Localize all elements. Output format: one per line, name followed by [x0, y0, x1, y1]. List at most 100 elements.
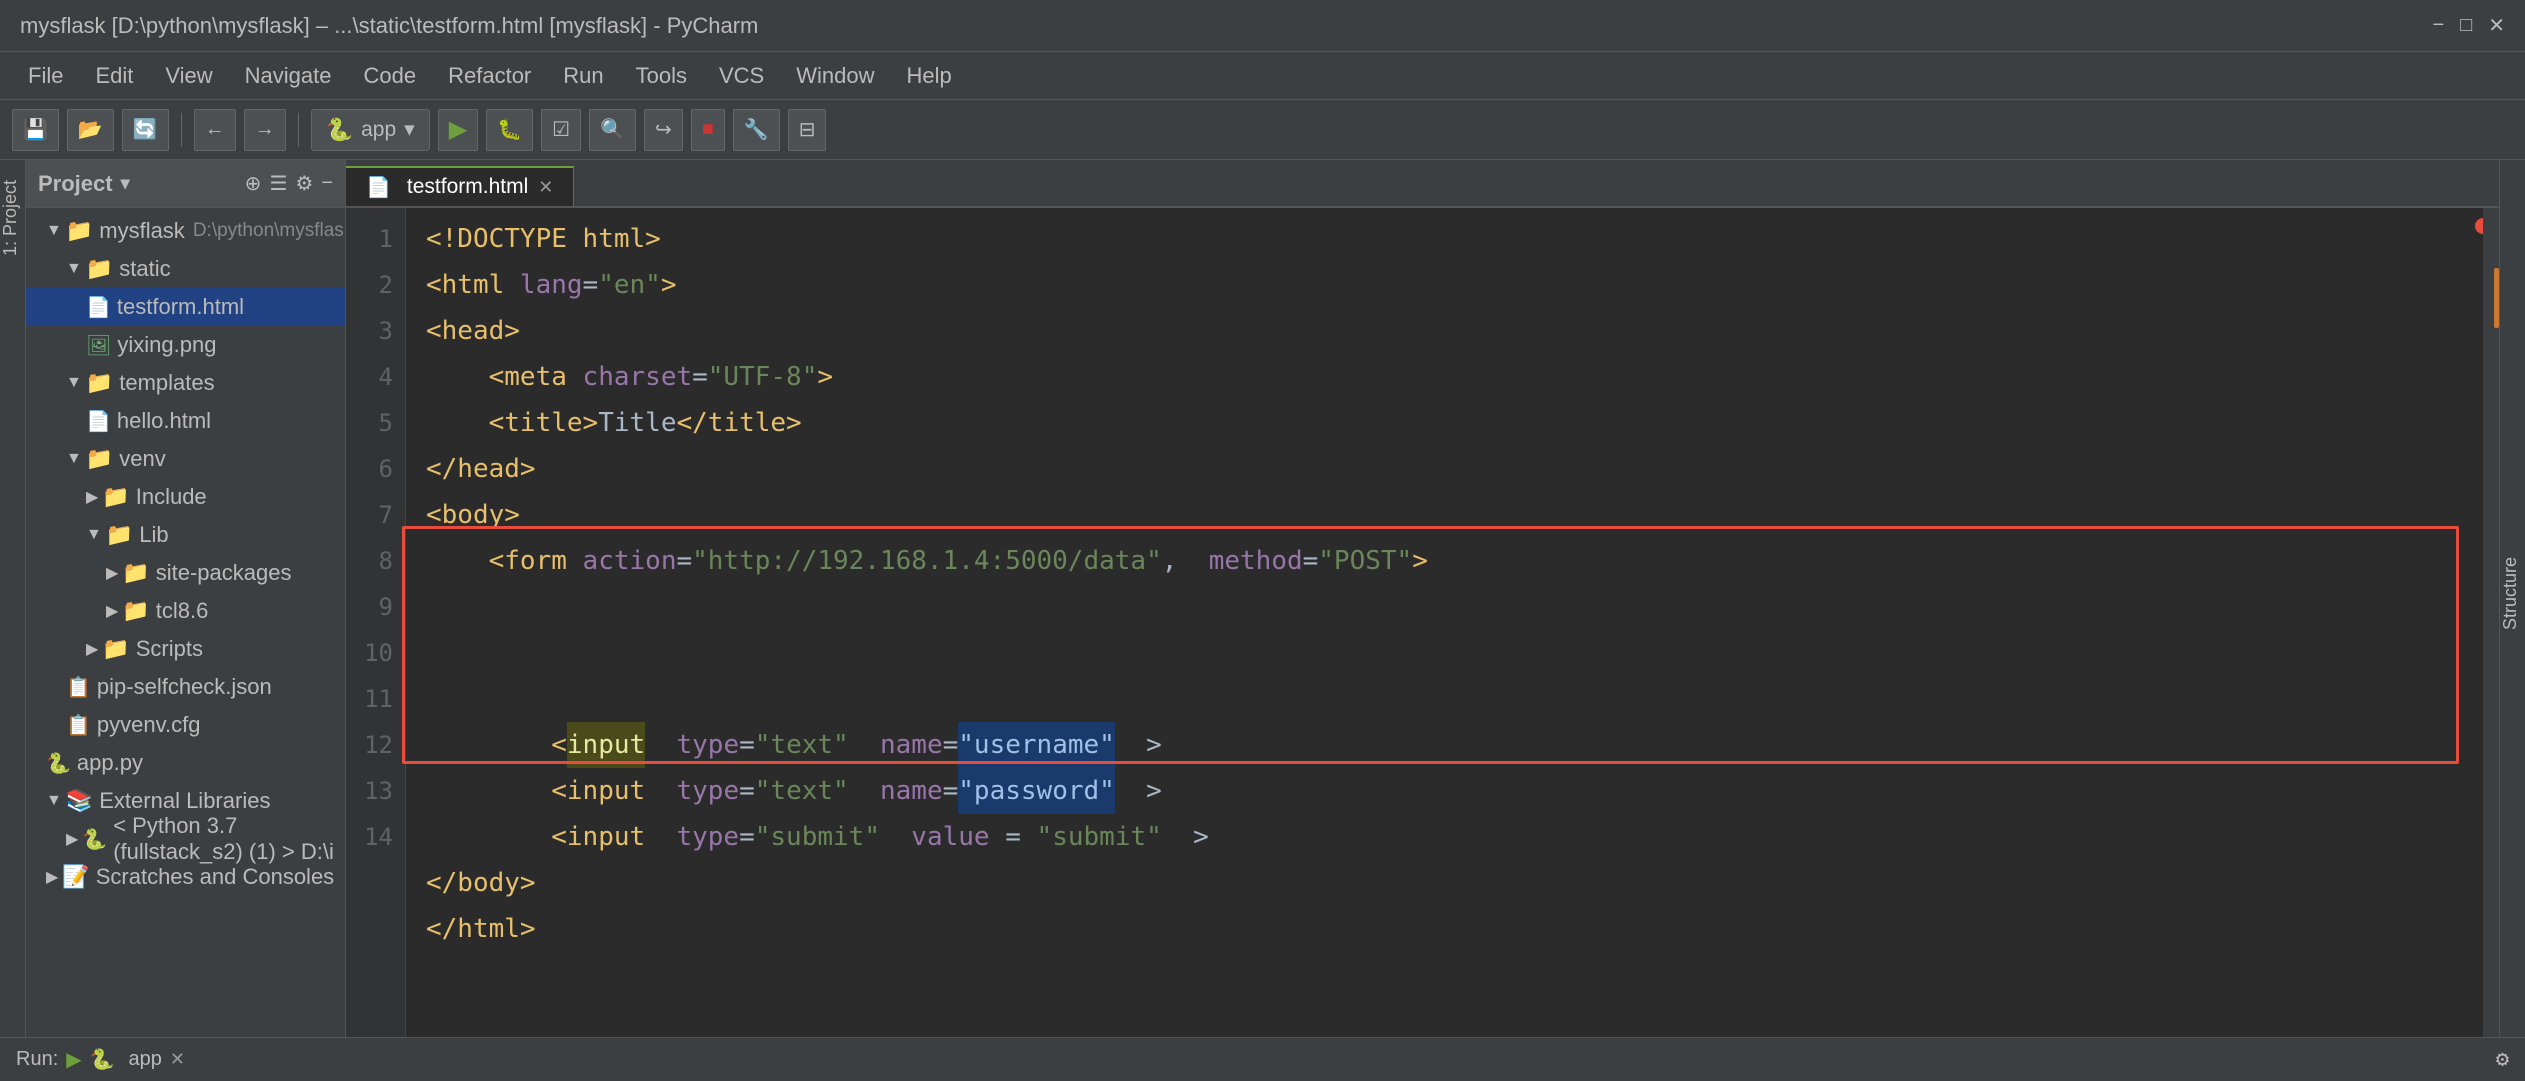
code-token: lang: [520, 262, 583, 308]
step-button[interactable]: ↪: [644, 109, 683, 151]
tree-item-tcl86[interactable]: 📁 tcl8.6: [26, 592, 345, 630]
code-token: =: [692, 354, 708, 400]
menu-run[interactable]: Run: [551, 59, 615, 93]
tree-label-templates: templates: [119, 370, 214, 396]
scratches-icon: 📝: [62, 864, 89, 890]
menu-view[interactable]: View: [153, 59, 224, 93]
python-icon-37: 🐍: [82, 827, 107, 852]
tree-item-python37[interactable]: 🐍 < Python 3.7 (fullstack_s2) (1) > D:\i: [26, 820, 345, 858]
tree-item-mysflask[interactable]: 📁 mysflask D:\python\mysflask: [26, 212, 345, 250]
code-token: <head>: [426, 308, 520, 354]
tree-label-testform: testform.html: [117, 294, 244, 320]
code-line-11: <input type="text" name="password" >: [426, 768, 2483, 814]
save-button[interactable]: 💾: [12, 109, 59, 151]
tree-item-yixing[interactable]: 🖼 yixing.png: [26, 326, 345, 364]
tab-testform[interactable]: 📄 testform.html ✕: [346, 166, 574, 206]
menu-edit[interactable]: Edit: [83, 59, 145, 93]
folder-icon-lib: 📁: [106, 522, 133, 548]
run-label: Run:: [16, 1048, 58, 1071]
line-num-6: 6: [346, 446, 393, 492]
menu-code[interactable]: Code: [352, 59, 429, 93]
status-gear-icon[interactable]: ⚙: [2496, 1047, 2509, 1072]
code-token: <meta: [489, 354, 583, 400]
settings-icon[interactable]: ⚙: [295, 171, 313, 196]
tree-item-scripts[interactable]: 📁 Scripts: [26, 630, 345, 668]
tree-item-testform[interactable]: 📄 testform.html: [26, 288, 345, 326]
run-button[interactable]: ▶: [438, 109, 478, 151]
chevron-lib: [86, 526, 102, 544]
structure-label[interactable]: Structure: [2500, 557, 2521, 630]
tree-item-apppy[interactable]: 🐍 app.py: [26, 744, 345, 782]
tree-label-lib: Lib: [139, 522, 168, 548]
status-close-icon[interactable]: ✕: [170, 1049, 185, 1070]
folder-icon-tcl86: 📁: [122, 598, 149, 624]
code-token: action: [583, 538, 677, 584]
menu-help[interactable]: Help: [894, 59, 963, 93]
project-header: Project ▾ ⊕ ☰ ⚙ −: [26, 160, 345, 208]
tree-path-mysflask: D:\python\mysflask: [193, 220, 345, 242]
close-button[interactable]: ✕: [2488, 13, 2505, 38]
open-button[interactable]: 📂: [67, 109, 114, 151]
tree-label-yixing: yixing.png: [117, 332, 216, 358]
line-num-7: 7: [346, 492, 393, 538]
status-right: ⚙: [2496, 1047, 2509, 1072]
file-icon-pyvenv: 📋: [66, 713, 91, 738]
tree-item-hello[interactable]: 📄 hello.html: [26, 402, 345, 440]
tree-item-scratches[interactable]: 📝 Scratches and Consoles: [26, 858, 345, 896]
menu-vcs[interactable]: VCS: [707, 59, 776, 93]
line-numbers: 1 2 3 4 5 6 7 8 9 10 11 12 13 14: [346, 208, 406, 1037]
menu-navigate[interactable]: Navigate: [233, 59, 344, 93]
sync-button[interactable]: 🔄: [122, 109, 169, 151]
forward-button[interactable]: →: [244, 109, 286, 151]
tree-item-include[interactable]: 📁 Include: [26, 478, 345, 516]
maximize-button[interactable]: □: [2460, 14, 2472, 37]
editor-tabs: 📄 testform.html ✕: [346, 160, 2499, 208]
minimize-button[interactable]: −: [2432, 14, 2444, 37]
tree-item-site-packages[interactable]: 📁 site-packages: [26, 554, 345, 592]
code-line-5: <title>Title</title>: [426, 400, 2483, 446]
menu-window[interactable]: Window: [784, 59, 886, 93]
app-dropdown-button[interactable]: 🐍 app ▾: [311, 109, 430, 151]
stop-button[interactable]: ■: [691, 109, 725, 151]
status-app-label: app: [129, 1048, 162, 1071]
tree-item-pip[interactable]: 📋 pip-selfcheck.json: [26, 668, 345, 706]
code-content: <!DOCTYPE html> <html lang="en"> <head> …: [406, 208, 2483, 1037]
settings-button[interactable]: 🔧: [733, 109, 780, 151]
menu-tools[interactable]: Tools: [624, 59, 699, 93]
toolbar: 💾 📂 🔄 ← → 🐍 app ▾ ▶ 🐛 ☑ 🔍 ↪ ■ 🔧 ⊟: [0, 100, 2525, 160]
vertical-tab-label[interactable]: 1: Project: [0, 170, 25, 266]
editor-scrollbar[interactable]: [2483, 208, 2499, 1037]
hide-button[interactable]: −: [321, 172, 333, 195]
tree-label-external-libs: External Libraries: [99, 788, 270, 814]
tree-label-pyvenv: pyvenv.cfg: [97, 712, 201, 738]
project-panel: Project ▾ ⊕ ☰ ⚙ − 📁 mysflask D:\python\m…: [26, 160, 346, 1037]
tree-label-static: static: [119, 256, 170, 282]
code-token: >: [817, 354, 833, 400]
tree-item-pyvenv[interactable]: 📋 pyvenv.cfg: [26, 706, 345, 744]
main-layout: 1: Project Project ▾ ⊕ ☰ ⚙ − 📁 mysflask …: [0, 160, 2525, 1037]
file-icon-pip: 📋: [66, 675, 91, 700]
terminal-button[interactable]: ⊟: [788, 109, 827, 151]
debug-button[interactable]: 🐛: [486, 109, 533, 151]
code-token: <title>: [489, 400, 599, 446]
project-tree: 📁 mysflask D:\python\mysflask 📁 static 📄…: [26, 208, 345, 1037]
profile-button[interactable]: 🔍: [589, 109, 636, 151]
tree-label-apppy: app.py: [77, 750, 143, 776]
toolbar-separator-2: [298, 113, 299, 147]
editor-area: 📄 testform.html ✕ 1 2 3 4 5 6 7 8 9 10 1…: [346, 160, 2499, 1037]
tree-item-static[interactable]: 📁 static: [26, 250, 345, 288]
menu-refactor[interactable]: Refactor: [436, 59, 543, 93]
python-icon: 🐍: [326, 117, 353, 143]
tree-item-lib[interactable]: 📁 Lib: [26, 516, 345, 554]
tree-item-venv[interactable]: 📁 venv: [26, 440, 345, 478]
tree-item-templates[interactable]: 📁 templates: [26, 364, 345, 402]
line-num-9: 9: [346, 584, 393, 630]
code-line-8: <form action="http://192.168.1.4:5000/da…: [426, 538, 2483, 584]
coverage-button[interactable]: ☑: [541, 109, 581, 151]
collapse-button[interactable]: ☰: [269, 171, 287, 196]
code-editor[interactable]: 1 2 3 4 5 6 7 8 9 10 11 12 13 14: [346, 208, 2499, 1037]
menu-file[interactable]: File: [16, 59, 75, 93]
back-button[interactable]: ←: [194, 109, 236, 151]
scope-button[interactable]: ⊕: [245, 171, 262, 196]
tab-close-icon[interactable]: ✕: [538, 177, 553, 198]
